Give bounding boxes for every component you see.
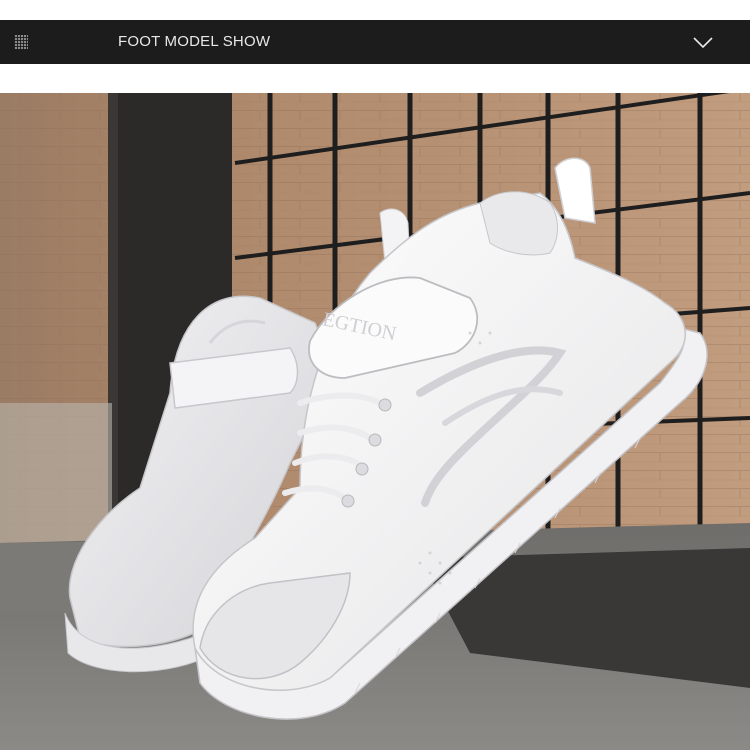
section-header-bar: FOOT MODEL SHOW <box>0 20 750 64</box>
chevron-down-icon[interactable] <box>691 30 715 54</box>
section-title: FOOT MODEL SHOW <box>118 33 271 50</box>
sneakers-photo-illustration: EGTION <box>0 93 750 750</box>
grid-pattern-icon <box>14 35 28 49</box>
product-photo: EGTION <box>0 93 750 750</box>
